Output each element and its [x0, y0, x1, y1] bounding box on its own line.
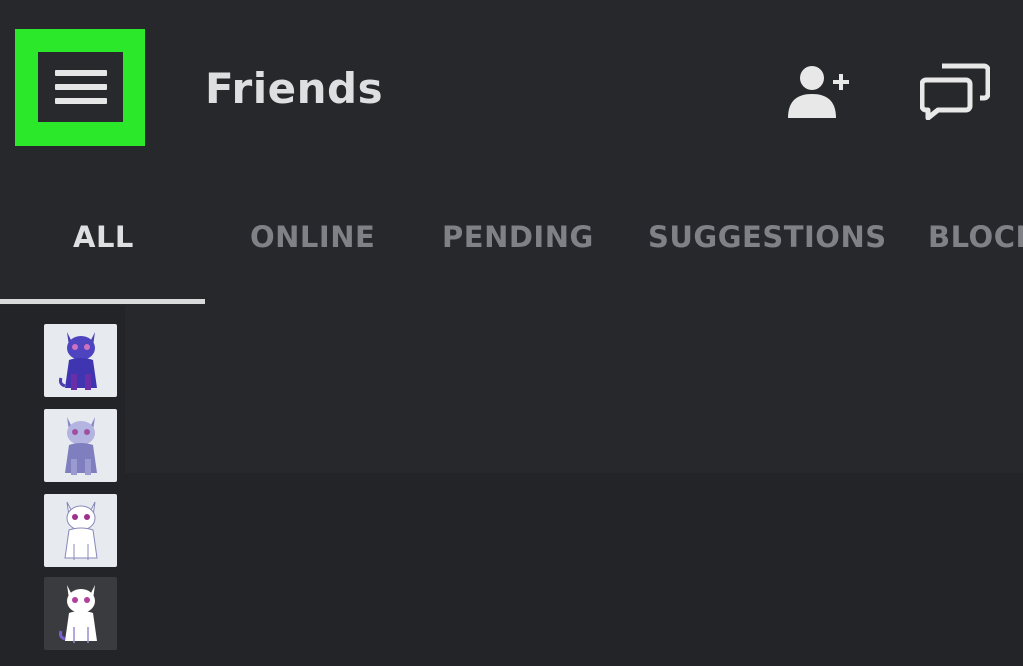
page-title: Friends: [205, 64, 384, 113]
friends-list: [0, 305, 1023, 666]
cat-avatar-white-dark-icon: [58, 584, 97, 643]
cat-avatar-lavender-icon: [64, 416, 97, 475]
tab-suggestions[interactable]: SUGGESTIONS: [648, 220, 887, 254]
group-dm-icon[interactable]: [920, 62, 990, 120]
hamburger-menu-icon[interactable]: [38, 52, 123, 122]
active-tab-indicator: [0, 299, 205, 304]
header-bar: Friends: [0, 0, 1023, 180]
friend-avatar[interactable]: [44, 577, 117, 650]
friend-avatar[interactable]: [44, 324, 117, 397]
tab-all[interactable]: ALL: [73, 220, 134, 254]
add-friend-icon[interactable]: [786, 64, 850, 120]
friend-avatar[interactable]: [44, 494, 117, 567]
cat-avatar-purple-icon: [58, 331, 97, 390]
tab-online[interactable]: ONLINE: [250, 220, 375, 254]
friends-tab-bar: ALL ONLINE PENDING SUGGESTIONS BLOCK: [0, 180, 1023, 305]
tab-blocked[interactable]: BLOCK: [928, 220, 1023, 254]
friend-avatar[interactable]: [44, 409, 117, 482]
list-row-background: [125, 305, 1023, 473]
tab-pending[interactable]: PENDING: [442, 220, 594, 254]
cat-avatar-white-icon: [63, 501, 98, 560]
